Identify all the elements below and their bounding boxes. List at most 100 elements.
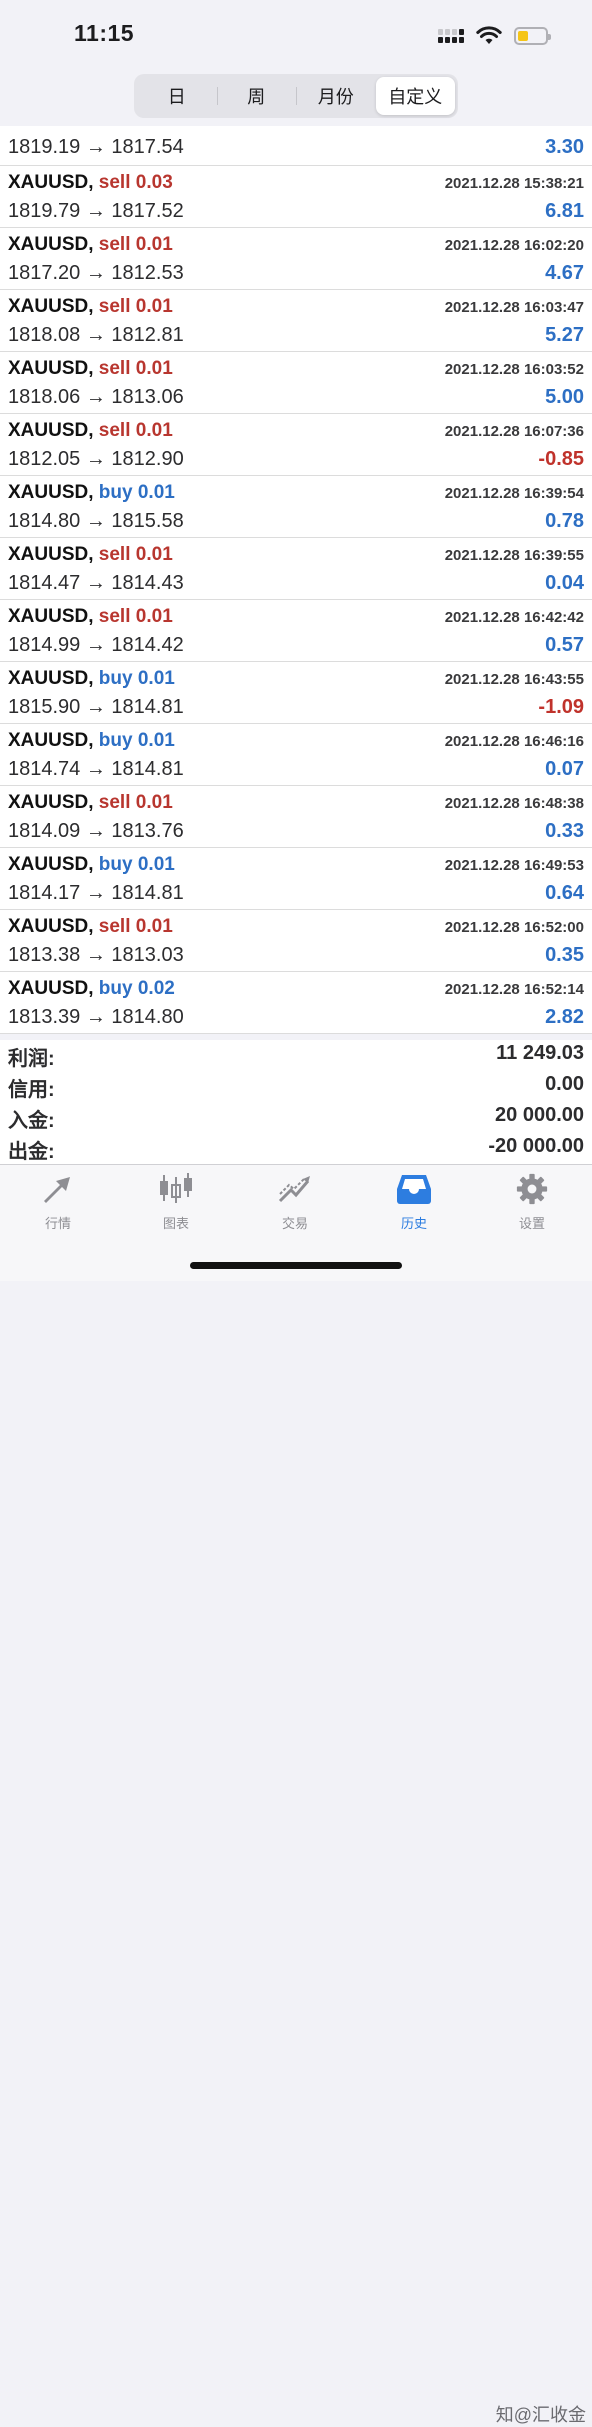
trade-row[interactable]: XAUUSD, buy 0.01 2021.12.28 16:46:16 1814.… xyxy=(0,724,592,786)
summary-deposit-row: 入金: 20 000.00 xyxy=(0,1102,592,1133)
account-summary: 利润: 11 249.03 信用: 0.00 入金: 20 000.00 出金:… xyxy=(0,1040,592,1164)
trade-direction: sell xyxy=(98,606,131,627)
trade-row[interactable]: XAUUSD, sell 0.01 2021.12.28 16:52:00 1813… xyxy=(0,910,592,972)
trade-prices: 1819.79 → 1817.52 xyxy=(8,200,184,222)
trade-prices: 1817.20 → 1812.53 xyxy=(8,262,184,284)
summary-label: 利润: xyxy=(8,1048,55,1070)
segment-week[interactable]: 周 xyxy=(216,77,297,115)
trade-symbol: XAUUSD, xyxy=(8,978,94,999)
trade-row[interactable]: XAUUSD, buy 0.01 2021.12.28 16:43:55 1815.… xyxy=(0,662,592,724)
trade-profit: 0.64 xyxy=(545,882,584,904)
trade-row[interactable]: XAUUSD, buy 0.02 2021.12.28 16:52:14 1813.… xyxy=(0,972,592,1034)
trade-date: 2021.12.28 15:38:21 xyxy=(444,175,584,192)
trade-row[interactable]: XAUUSD, buy 0.01 2021.12.28 16:49:53 1814.… xyxy=(0,848,592,910)
summary-label: 信用: xyxy=(8,1079,55,1101)
trade-lot: 0.01 xyxy=(135,792,173,813)
trade-direction: buy xyxy=(98,730,133,751)
trade-row[interactable]: XAUUSD, sell 0.01 2021.12.28 16:03:52 1818… xyxy=(0,352,592,414)
tab-chart[interactable]: 图表 xyxy=(126,1173,226,1232)
trade-profit: 0.78 xyxy=(545,510,584,532)
trade-lot: 0.01 xyxy=(137,730,175,751)
quotes-arrows-icon xyxy=(44,1177,70,1203)
trade-row[interactable]: XAUUSD, sell 0.03 2021.12.28 15:38:21 1819… xyxy=(0,166,592,228)
trade-title: XAUUSD, sell 0.01 xyxy=(8,544,173,566)
trade-direction: sell xyxy=(98,172,131,193)
tab-settings[interactable]: 设置 xyxy=(482,1173,582,1232)
trade-symbol: XAUUSD, xyxy=(8,854,94,875)
tab-label: 设置 xyxy=(518,1216,545,1231)
trade-history-list[interactable]: 1819.19 → 1817.54 3.30 XAUUSD, sell 0.03… xyxy=(0,126,592,1034)
trade-profit: 0.04 xyxy=(545,572,584,594)
trade-profit: 0.35 xyxy=(545,944,584,966)
trade-prices: 1813.39 → 1814.80 xyxy=(8,1006,184,1028)
trade-direction: sell xyxy=(98,296,131,317)
trade-lot: 0.01 xyxy=(135,544,173,565)
trade-lot: 0.01 xyxy=(137,482,175,503)
trade-row[interactable]: XAUUSD, buy 0.01 2021.12.28 16:39:54 1814.… xyxy=(0,476,592,538)
segment-day[interactable]: 日 xyxy=(137,77,217,115)
trade-row[interactable]: XAUUSD, sell 0.01 2021.12.28 16:07:36 1812… xyxy=(0,414,592,476)
trade-direction: sell xyxy=(98,916,131,937)
trade-title: XAUUSD, buy 0.01 xyxy=(8,668,175,690)
trade-date: 2021.12.28 16:39:54 xyxy=(444,485,584,502)
trade-date: 2021.12.28 16:03:52 xyxy=(444,361,584,378)
trade-prices: 1814.47 → 1814.43 xyxy=(8,572,184,594)
trade-symbol: XAUUSD, xyxy=(8,234,94,255)
trade-direction: sell xyxy=(98,358,131,379)
trade-direction: sell xyxy=(98,544,131,565)
trade-prices: 1818.08 → 1812.81 xyxy=(8,324,184,346)
trade-lot: 0.01 xyxy=(137,668,175,689)
trade-symbol: XAUUSD, xyxy=(8,172,94,193)
trade-title: XAUUSD, sell 0.03 xyxy=(8,172,173,194)
home-indicator xyxy=(190,1262,402,1269)
trade-title: XAUUSD, sell 0.01 xyxy=(8,792,173,814)
trade-symbol: XAUUSD, xyxy=(8,668,94,689)
trade-symbol: XAUUSD, xyxy=(8,482,94,503)
trade-date: 2021.12.28 16:39:55 xyxy=(444,547,584,564)
summary-label: 入金: xyxy=(8,1110,55,1132)
trade-profit: 6.81 xyxy=(545,200,584,222)
trade-direction: buy xyxy=(98,668,133,689)
status-icons xyxy=(438,22,551,50)
trade-row[interactable]: XAUUSD, sell 0.01 2021.12.28 16:03:47 1818… xyxy=(0,290,592,352)
trade-profit: 0.07 xyxy=(545,758,584,780)
trade-lot: 0.02 xyxy=(137,978,175,999)
trade-lot: 0.01 xyxy=(135,420,173,441)
trade-title: XAUUSD, sell 0.01 xyxy=(8,234,173,256)
trade-prices: 1814.80 → 1815.58 xyxy=(8,510,184,532)
trade-date: 2021.12.28 16:43:55 xyxy=(444,671,584,688)
tab-label: 历史 xyxy=(400,1216,427,1231)
trade-prices: 1814.99 → 1814.42 xyxy=(8,634,184,656)
trade-title: XAUUSD, sell 0.01 xyxy=(8,296,173,318)
tab-quotes[interactable]: 行情 xyxy=(8,1173,108,1232)
trade-direction: sell xyxy=(98,420,131,441)
trade-profit: -1.09 xyxy=(538,696,584,718)
trade-profit: 5.00 xyxy=(545,386,584,408)
trade-row-partial[interactable]: 1819.19 → 1817.54 3.30 xyxy=(0,126,592,166)
segment-month[interactable]: 月份 xyxy=(296,77,376,115)
tab-history[interactable]: 历史 xyxy=(364,1173,464,1232)
trade-symbol: XAUUSD, xyxy=(8,606,94,627)
trade-date: 2021.12.28 16:52:00 xyxy=(444,919,584,936)
summary-label: 出金: xyxy=(8,1141,55,1163)
trade-row[interactable]: XAUUSD, sell 0.01 2021.12.28 16:39:55 1814… xyxy=(0,538,592,600)
trade-date: 2021.12.28 16:52:14 xyxy=(444,981,584,998)
trade-row[interactable]: XAUUSD, sell 0.01 2021.12.28 16:48:38 1814… xyxy=(0,786,592,848)
trade-row[interactable]: XAUUSD, sell 0.01 2021.12.28 16:02:20 1817… xyxy=(0,228,592,290)
trade-prices: 1814.17 → 1814.81 xyxy=(8,882,184,904)
trade-lot: 0.01 xyxy=(135,916,173,937)
cellular-signal-icon xyxy=(438,29,464,43)
trade-row[interactable]: XAUUSD, sell 0.01 2021.12.28 16:42:42 1814… xyxy=(0,600,592,662)
trade-prices: 1813.38 → 1813.03 xyxy=(8,944,184,966)
trade-symbol: XAUUSD, xyxy=(8,916,94,937)
trade-profit: 3.30 xyxy=(545,136,584,158)
trade-date: 2021.12.28 16:42:42 xyxy=(444,609,584,626)
trade-title: XAUUSD, sell 0.01 xyxy=(8,358,173,380)
segment-custom[interactable]: 自定义 xyxy=(375,77,455,115)
trade-symbol: XAUUSD, xyxy=(8,296,94,317)
summary-profit-row: 利润: 11 249.03 xyxy=(0,1040,592,1071)
trade-direction: buy xyxy=(98,482,133,503)
tab-trade[interactable]: 交易 xyxy=(245,1173,345,1232)
summary-withdrawal-row: 出金: -20 000.00 xyxy=(0,1133,592,1164)
trade-symbol: XAUUSD, xyxy=(8,730,94,751)
